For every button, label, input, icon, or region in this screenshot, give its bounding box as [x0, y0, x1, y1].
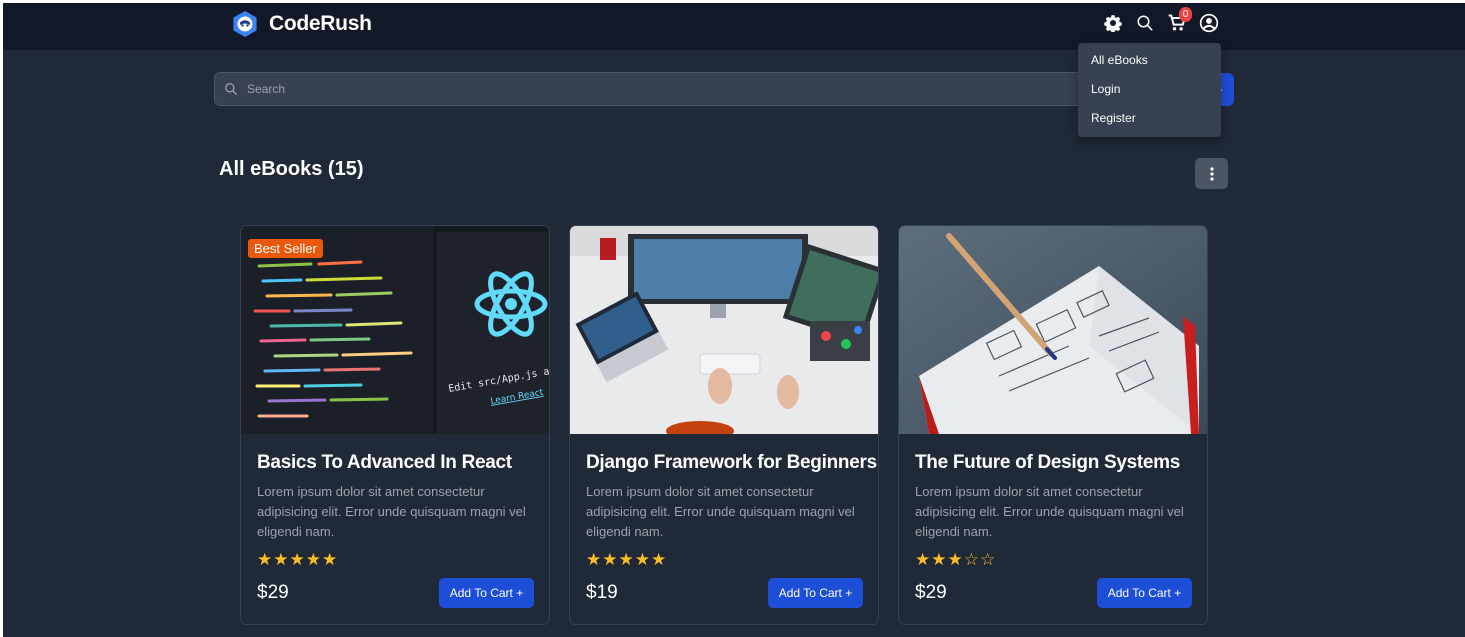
product-description: Lorem ipsum dolor sit amet consectetur a… [586, 484, 855, 539]
add-to-cart-button[interactable]: Add To Cart + [1097, 578, 1192, 608]
product-price: $19 [586, 582, 618, 603]
product-card[interactable]: Django Framework for Beginners Lorem ips… [569, 225, 879, 625]
add-to-cart-button[interactable]: Add To Cart + [768, 578, 863, 608]
brand-name: CodeRush [269, 12, 372, 35]
search-input[interactable] [247, 73, 1207, 105]
navbar: CodeRush 0 [3, 3, 1465, 50]
kebab-menu-button[interactable] [1195, 158, 1228, 189]
user-circle-icon[interactable] [1197, 11, 1221, 35]
best-seller-badge: Best Seller [248, 239, 323, 258]
gear-icon[interactable] [1101, 11, 1125, 35]
rating-stars: ★★★★★ [586, 550, 668, 569]
search-bar [214, 72, 1224, 106]
product-description: Lorem ipsum dolor sit amet consectetur a… [257, 484, 526, 539]
menu-item-all-ebooks[interactable]: All eBooks [1078, 48, 1221, 77]
user-dropdown-menu: All eBooks Login Register [1078, 43, 1221, 137]
cart-button[interactable]: 0 [1165, 7, 1192, 35]
logo-icon [231, 10, 259, 38]
product-card[interactable]: The Future of Design Systems Lorem ipsum… [898, 225, 1208, 625]
product-title[interactable]: The Future of Design Systems [915, 452, 1180, 474]
add-to-cart-label: Add To Cart [449, 586, 513, 600]
page-title: All eBooks (15) [219, 158, 364, 180]
kebab-menu-icon [1209, 166, 1214, 181]
cart-count-badge: 0 [1179, 7, 1192, 22]
product-card[interactable]: Edit src/App.js and save to reload. Lear… [240, 225, 550, 625]
rating-stars: ★★★★★ [257, 550, 339, 569]
search-icon [224, 82, 238, 101]
product-title[interactable]: Basics To Advanced In React [257, 452, 512, 474]
plus-icon: + [845, 586, 853, 600]
menu-item-register[interactable]: Register [1078, 106, 1221, 135]
rating-stars: ★★★☆☆ [915, 550, 997, 569]
add-to-cart-button[interactable]: Add To Cart + [439, 578, 534, 608]
add-to-cart-label: Add To Cart [778, 586, 842, 600]
search-icon[interactable] [1133, 11, 1157, 35]
brand-link[interactable]: CodeRush [231, 10, 372, 38]
menu-item-login[interactable]: Login [1078, 77, 1221, 106]
product-description: Lorem ipsum dolor sit amet consectetur a… [915, 484, 1184, 539]
plus-icon: + [516, 586, 524, 600]
product-image-desk-monitors[interactable] [570, 226, 878, 434]
product-image-react-code[interactable]: Edit src/App.js and save to reload. Lear… [241, 226, 549, 434]
plus-icon: + [1174, 586, 1182, 600]
product-price: $29 [257, 582, 289, 603]
product-price: $29 [915, 582, 947, 603]
product-title[interactable]: Django Framework for Beginners [586, 452, 877, 474]
add-to-cart-label: Add To Cart [1107, 586, 1171, 600]
product-image-sketchbook[interactable] [899, 226, 1207, 434]
